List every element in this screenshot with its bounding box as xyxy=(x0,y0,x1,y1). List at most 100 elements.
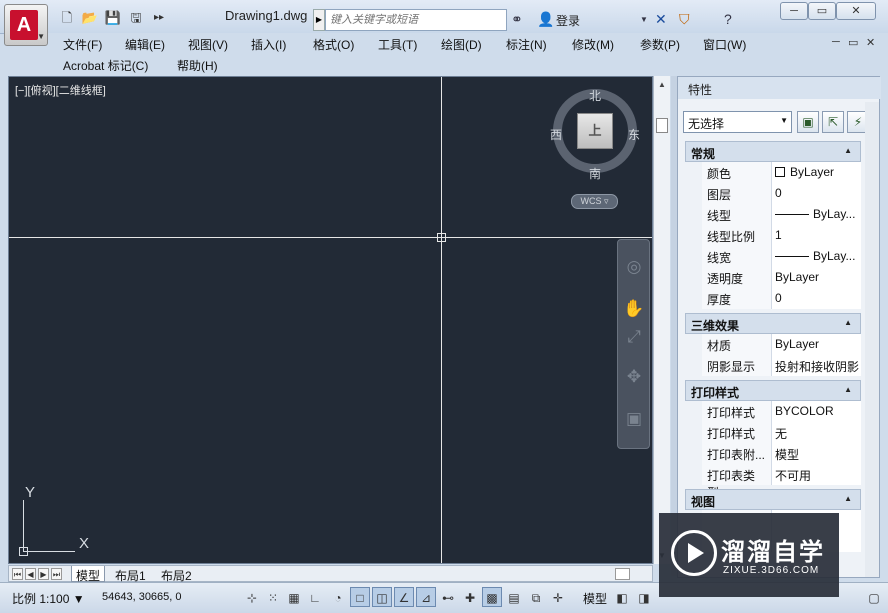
quick-view-drawings-icon[interactable]: ◨ xyxy=(634,587,654,607)
transparency-icon[interactable]: ▩ xyxy=(482,587,502,607)
menu-dimension[interactable]: 标注(N) xyxy=(506,36,547,53)
user-icon[interactable]: 👤 xyxy=(537,11,554,28)
category-plot-style[interactable]: 打印样式 ▲ xyxy=(685,380,861,401)
toggle-pickadd-icon[interactable]: ▣ xyxy=(797,111,819,133)
menu-draw[interactable]: 绘图(D) xyxy=(441,36,482,53)
close-button[interactable]: ✕ xyxy=(836,2,876,20)
menu-edit[interactable]: 编辑(E) xyxy=(125,36,165,53)
clean-screen-icon[interactable]: ▢ xyxy=(864,587,884,607)
exchange-icon[interactable]: ✕ xyxy=(655,11,667,28)
dynamic-input-icon[interactable]: ⊷ xyxy=(438,587,458,607)
model-space-button[interactable]: 模型 xyxy=(583,590,607,607)
menu-format[interactable]: 格式(O) xyxy=(313,36,354,53)
compass-west[interactable]: 西 xyxy=(550,126,562,143)
menu-tools[interactable]: 工具(T) xyxy=(378,36,417,53)
infer-constraints-icon[interactable]: ⊹ xyxy=(242,587,262,607)
menu-file[interactable]: 文件(F) xyxy=(63,36,102,53)
menu-view[interactable]: 视图(V) xyxy=(188,36,228,53)
subscription-icon[interactable]: ⛉ xyxy=(679,11,690,28)
open-icon[interactable]: 📂 xyxy=(81,10,99,26)
prop-row[interactable]: 线型比例 1 xyxy=(702,225,861,246)
dynamic-ucs-icon[interactable]: ⊿ xyxy=(416,587,436,607)
help-icon[interactable]: ? xyxy=(724,11,732,27)
annotation-scale[interactable]: 比例 1:100 ▼ xyxy=(12,590,85,607)
prop-row[interactable]: 阴影显示 投射和接收阴影 xyxy=(702,355,861,376)
minimize-button[interactable]: ─ xyxy=(780,2,808,20)
showmotion-icon[interactable]: ▣ xyxy=(623,408,645,430)
3d-object-snap-icon[interactable]: ◫ xyxy=(372,587,392,607)
prop-row[interactable]: 线宽 ByLay... xyxy=(702,246,861,267)
doc-restore-button[interactable]: ▭ xyxy=(848,36,858,49)
scroll-up-icon[interactable]: ▲ xyxy=(658,80,666,89)
pan-icon[interactable]: ✋ xyxy=(623,298,645,320)
drawing-canvas[interactable]: [−][俯视][二维线框] 上 北 南 东 西 WCS ▿ ◎ ✋ ⤢ ✥ ▣ … xyxy=(8,76,653,564)
horizontal-scroll-thumb[interactable] xyxy=(615,568,630,580)
login-button[interactable]: 登录 xyxy=(556,12,580,29)
first-tab-icon[interactable]: ⏮ xyxy=(12,568,23,580)
compass-north[interactable]: 北 xyxy=(589,87,601,104)
save-icon[interactable]: 💾 xyxy=(104,10,122,26)
grid-display-icon[interactable]: ▦ xyxy=(284,587,304,607)
maximize-button[interactable]: ▭ xyxy=(808,2,836,20)
search-expand-button[interactable]: ▶ xyxy=(313,9,325,31)
vertical-scrollbar[interactable]: ▲ ▼ xyxy=(653,76,670,564)
prop-row[interactable]: 材质 ByLayer xyxy=(702,334,861,355)
search-input[interactable] xyxy=(325,9,507,31)
select-objects-icon[interactable]: ⇱ xyxy=(822,111,844,133)
menu-modify[interactable]: 修改(M) xyxy=(572,36,614,53)
coordinates-readout[interactable]: 54643, 30665, 0 xyxy=(102,591,182,603)
doc-minimize-button[interactable]: ─ xyxy=(832,36,840,48)
quick-properties-icon[interactable]: ▤ xyxy=(504,587,524,607)
prop-row[interactable]: 打印表附... 模型 xyxy=(702,443,861,464)
polar-tracking-icon[interactable]: ◔ xyxy=(328,587,348,607)
application-menu-button[interactable]: A ▼ xyxy=(4,4,48,46)
menu-help[interactable]: 帮助(H) xyxy=(177,57,218,74)
annotation-monitor-icon[interactable]: ✛ xyxy=(548,587,568,607)
category-view[interactable]: 视图 ▲ xyxy=(685,489,861,510)
object-snap-tracking-icon[interactable]: ∠ xyxy=(394,587,414,607)
prop-row[interactable]: 图层 0 xyxy=(702,183,861,204)
prop-row[interactable]: 透明度 ByLayer xyxy=(702,267,861,288)
next-tab-icon[interactable]: ▶ xyxy=(38,568,49,580)
ortho-mode-icon[interactable]: ∟ xyxy=(305,587,325,607)
steering-wheel-icon[interactable]: ◎ xyxy=(623,256,645,278)
prop-row[interactable]: 厚度 0 xyxy=(702,288,861,309)
more-icon[interactable]: ▸▸ xyxy=(150,10,168,26)
tab-layout1[interactable]: 布局1 xyxy=(111,566,150,583)
selection-dropdown[interactable]: 无选择 ▼ xyxy=(683,111,792,133)
prev-tab-icon[interactable]: ◀ xyxy=(25,568,36,580)
menu-insert[interactable]: 插入(I) xyxy=(251,36,286,53)
prop-row[interactable]: 颜色 ByLayer xyxy=(702,162,861,183)
prop-row[interactable]: 打印样式表无 xyxy=(702,422,861,458)
category-3d-effects[interactable]: 三维效果 ▲ xyxy=(685,313,861,334)
prop-row[interactable]: 打印样式 BYCOLOR xyxy=(702,401,861,422)
prop-row[interactable]: 打印表类型不可用 xyxy=(702,464,861,500)
doc-close-button[interactable]: ✕ xyxy=(866,36,875,49)
last-tab-icon[interactable]: ⏭ xyxy=(51,568,62,580)
prop-row[interactable]: 线型 ByLay... xyxy=(702,204,861,225)
chevron-down-icon[interactable]: ▼ xyxy=(640,15,648,24)
scroll-thumb[interactable] xyxy=(656,118,668,133)
tab-layout2[interactable]: 布局2 xyxy=(157,566,196,583)
menu-parametric[interactable]: 参数(P) xyxy=(640,36,680,53)
viewport-label[interactable]: [−][俯视][二维线框] xyxy=(15,82,106,98)
saveas-icon[interactable]: 🖫 xyxy=(127,10,145,26)
wcs-menu[interactable]: WCS ▿ xyxy=(571,194,618,209)
quick-view-layouts-icon[interactable]: ◧ xyxy=(612,587,632,607)
object-snap-icon[interactable]: □ xyxy=(350,587,370,607)
binoculars-icon[interactable]: ⚭ xyxy=(511,11,523,28)
menu-acrobat[interactable]: Acrobat 标记(C) xyxy=(63,57,148,74)
lineweight-icon[interactable]: ✚ xyxy=(460,587,480,607)
selection-cycling-icon[interactable]: ⧉ xyxy=(526,587,546,607)
palette-scrollbar[interactable] xyxy=(865,102,879,577)
category-general[interactable]: 常规 ▲ xyxy=(685,141,861,162)
compass-east[interactable]: 东 xyxy=(628,126,640,143)
compass-south[interactable]: 南 xyxy=(589,165,601,182)
snap-mode-icon[interactable]: ⁙ xyxy=(263,587,283,607)
orbit-icon[interactable]: ✥ xyxy=(623,366,645,388)
viewcube-face[interactable]: 上 xyxy=(577,113,613,149)
new-icon[interactable]: 🗋 xyxy=(58,10,76,26)
tab-model[interactable]: 模型 xyxy=(71,566,106,583)
zoom-icon[interactable]: ⤢ xyxy=(623,326,645,348)
menu-window[interactable]: 窗口(W) xyxy=(703,36,746,53)
